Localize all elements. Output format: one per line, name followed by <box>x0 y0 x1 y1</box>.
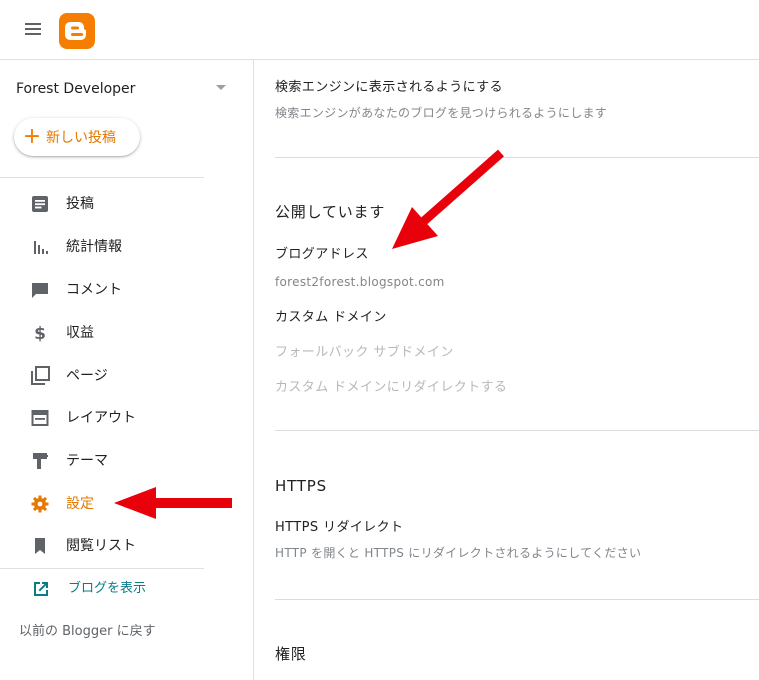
divider <box>275 430 759 431</box>
divider <box>275 599 759 600</box>
sidebar-item-label: 収益 <box>66 325 94 341</box>
sidebar-item-layout[interactable]: レイアウト <box>0 398 254 438</box>
sidebar-item-comments[interactable]: コメント <box>0 270 254 310</box>
publishing-section-title: 公開しています <box>275 203 386 221</box>
https-section-title: HTTPS <box>275 477 327 495</box>
sidebar-item-label: 統計情報 <box>66 239 122 255</box>
view-blog-link[interactable]: ブログを表示 <box>0 570 254 608</box>
sidebar-item-label: 設定 <box>66 496 94 512</box>
blog-address-label[interactable]: ブログアドレス <box>275 246 369 264</box>
sidebar-item-theme[interactable]: テーマ <box>0 441 254 481</box>
divider <box>0 177 204 178</box>
sidebar-item-label: コメント <box>66 282 122 298</box>
fallback-subdomain-label: フォールバック サブドメイン <box>275 345 454 360</box>
sidebar-item-settings[interactable]: 設定 <box>0 484 254 524</box>
bookmark-icon <box>35 538 45 554</box>
sidebar-item-label: ページ <box>66 368 108 384</box>
pages-icon <box>31 366 50 385</box>
open-in-new-icon <box>34 582 48 596</box>
svg-text:$: $ <box>34 324 46 343</box>
layout-icon <box>31 410 49 426</box>
search-visible-description: 検索エンジンがあなたのブログを見つけられるようにします <box>275 106 608 120</box>
legacy-blogger-link[interactable]: 以前の Blogger に戻す <box>19 622 156 642</box>
view-blog-label: ブログを表示 <box>68 581 147 596</box>
sidebar-item-reading-list[interactable]: 閲覧リスト <box>0 526 254 566</box>
hamburger-menu-icon[interactable] <box>22 20 46 40</box>
settings-panel: 検索エンジンに表示されるようにする 検索エンジンがあなたのブログを見つけられるよ… <box>254 60 759 680</box>
divider <box>275 157 759 158</box>
permissions-section-title: 権限 <box>275 645 307 663</box>
sidebar-item-posts[interactable]: 投稿 <box>0 184 254 224</box>
comment-icon <box>32 283 48 298</box>
blogger-logo-icon[interactable] <box>59 13 95 49</box>
top-bar <box>0 0 759 60</box>
stats-icon <box>34 241 48 254</box>
theme-icon <box>33 453 48 469</box>
posts-icon <box>32 196 48 212</box>
https-redirect-description: HTTP を開くと HTTPS にリダイレクトされるようにしてください <box>275 546 642 560</box>
https-redirect-label[interactable]: HTTPS リダイレクト <box>275 519 403 537</box>
dollar-icon: $ <box>34 324 46 343</box>
new-post-label: 新しい投稿 <box>46 130 116 146</box>
search-visible-title[interactable]: 検索エンジンに表示されるようにする <box>275 79 503 97</box>
sidebar-item-label: テーマ <box>66 453 108 469</box>
sidebar-item-label: レイアウト <box>66 410 136 426</box>
sidebar-item-label: 投稿 <box>66 196 94 212</box>
chevron-down-icon <box>216 85 226 90</box>
divider <box>0 568 204 569</box>
redirect-custom-domain-label: カスタム ドメインにリダイレクトする <box>275 380 508 395</box>
sidebar-item-earnings[interactable]: $ 収益 <box>0 313 254 353</box>
new-post-button[interactable]: + 新しい投稿 <box>14 118 140 156</box>
blog-name: Forest Developer <box>16 81 136 97</box>
sidebar-item-pages[interactable]: ページ <box>0 356 254 396</box>
sidebar-item-label: 閲覧リスト <box>66 538 136 554</box>
blog-selector[interactable]: Forest Developer <box>16 78 230 100</box>
gear-icon <box>31 495 49 513</box>
sidebar: Forest Developer + 新しい投稿 投稿 統計情報 コメント $ … <box>0 60 254 680</box>
sidebar-item-stats[interactable]: 統計情報 <box>0 227 254 267</box>
blog-address-value: forest2forest.blogspot.com <box>275 275 445 289</box>
custom-domain-label[interactable]: カスタム ドメイン <box>275 309 387 327</box>
